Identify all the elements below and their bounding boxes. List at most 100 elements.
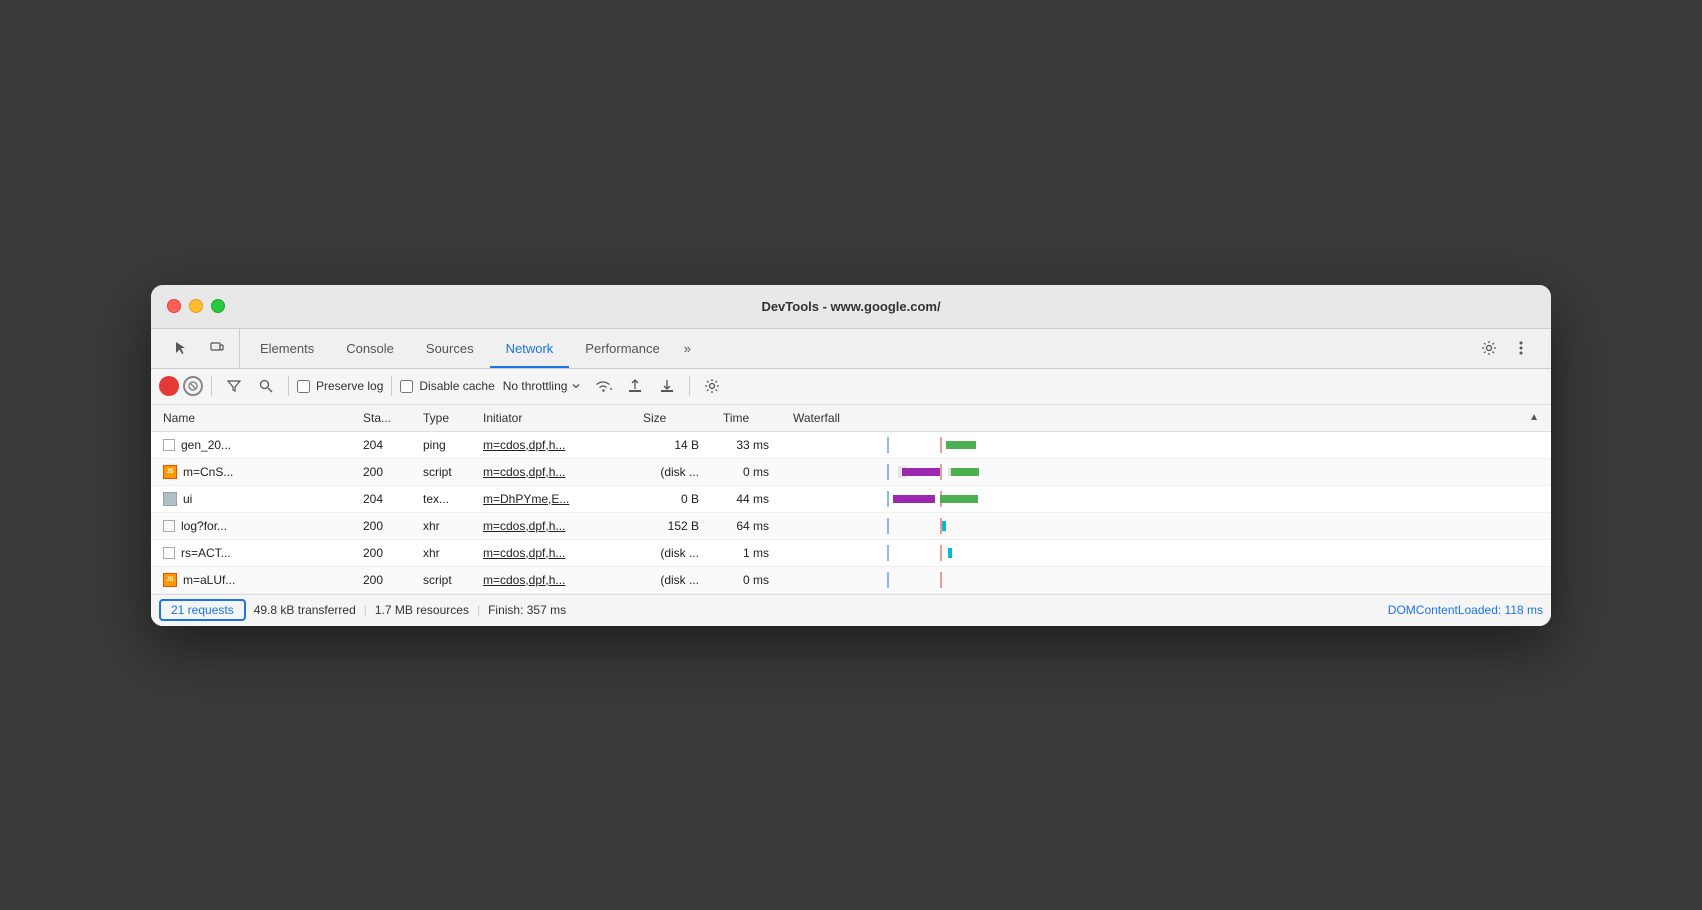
col-header-type[interactable]: Type — [411, 405, 471, 432]
js-file-icon: JS — [163, 465, 177, 479]
tab-sources[interactable]: Sources — [410, 329, 490, 368]
finish-time: Finish: 357 ms — [488, 603, 566, 617]
row-type: ping — [411, 432, 471, 459]
upload-icon[interactable] — [621, 372, 649, 400]
row-checkbox[interactable] — [163, 547, 175, 559]
disable-cache-label[interactable]: Disable cache — [400, 379, 494, 393]
tab-bar: Elements Console Sources Network Perform… — [151, 329, 1551, 369]
status-bar: 21 requests 49.8 kB transferred | 1.7 MB… — [151, 594, 1551, 626]
wifi-icon[interactable] — [589, 372, 617, 400]
row-initiator[interactable]: m=cdos,dpf,h... — [471, 539, 631, 566]
toolbar-divider-3 — [391, 376, 392, 396]
search-icon[interactable] — [252, 372, 280, 400]
network-settings-icon[interactable] — [698, 372, 726, 400]
row-status: 200 — [351, 566, 411, 593]
requests-count: 21 requests — [159, 599, 246, 621]
window-title: DevTools - www.google.com/ — [761, 299, 940, 314]
toolbar-divider-4 — [689, 376, 690, 396]
row-status: 204 — [351, 432, 411, 459]
tab-icon-group — [159, 329, 240, 368]
table-row[interactable]: ui 204 tex... m=DhPYme,E... 0 B 44 ms — [151, 485, 1551, 512]
row-filename: m=CnS... — [183, 465, 233, 479]
row-name-cell: JS m=aLUf... — [151, 566, 351, 593]
row-time: 64 ms — [711, 512, 781, 539]
table-body: gen_20... 204 ping m=cdos,dpf,h... 14 B … — [151, 432, 1551, 594]
table-row[interactable]: JS m=CnS... 200 script m=cdos,dpf,h... (… — [151, 458, 1551, 485]
table-row[interactable]: log?for... 200 xhr m=cdos,dpf,h... 152 B… — [151, 512, 1551, 539]
stop-button[interactable] — [183, 376, 203, 396]
row-type: script — [411, 566, 471, 593]
row-waterfall — [781, 485, 1551, 512]
more-options-icon[interactable] — [1507, 334, 1535, 362]
download-icon[interactable] — [653, 372, 681, 400]
row-time: 0 ms — [711, 566, 781, 593]
preserve-log-label[interactable]: Preserve log — [297, 379, 383, 393]
disable-cache-checkbox[interactable] — [400, 380, 413, 393]
toolbar-divider-1 — [211, 376, 212, 396]
row-time: 44 ms — [711, 485, 781, 512]
preserve-log-checkbox[interactable] — [297, 380, 310, 393]
preserve-log-text: Preserve log — [316, 379, 383, 393]
row-size: (disk ... — [631, 566, 711, 593]
tab-console[interactable]: Console — [330, 329, 410, 368]
table-header-row: Name Sta... Type Initiator Size Time Wat… — [151, 405, 1551, 432]
row-filename: log?for... — [181, 519, 227, 533]
row-name-cell: log?for... — [151, 512, 351, 539]
tab-right-icons — [1467, 334, 1543, 362]
table-row[interactable]: rs=ACT... 200 xhr m=cdos,dpf,h... (disk … — [151, 539, 1551, 566]
network-toolbar: Preserve log Disable cache No throttling — [151, 369, 1551, 405]
row-status: 204 — [351, 485, 411, 512]
row-status: 200 — [351, 512, 411, 539]
traffic-lights — [167, 299, 225, 313]
row-type: xhr — [411, 512, 471, 539]
sort-triangle-icon: ▲ — [1529, 412, 1539, 423]
row-waterfall — [781, 432, 1551, 459]
record-button[interactable] — [159, 376, 179, 396]
col-header-waterfall[interactable]: Waterfall ▲ — [781, 405, 1551, 432]
tab-elements[interactable]: Elements — [244, 329, 330, 368]
row-size: (disk ... — [631, 458, 711, 485]
col-header-initiator[interactable]: Initiator — [471, 405, 631, 432]
row-time: 0 ms — [711, 458, 781, 485]
resources-size: 1.7 MB resources — [375, 603, 469, 617]
disable-cache-text: Disable cache — [419, 379, 494, 393]
throttle-dropdown[interactable]: No throttling — [499, 377, 586, 395]
devtools-body: Elements Console Sources Network Perform… — [151, 329, 1551, 626]
row-checkbox[interactable] — [163, 520, 175, 532]
row-initiator[interactable]: m=cdos,dpf,h... — [471, 432, 631, 459]
row-size: 152 B — [631, 512, 711, 539]
col-header-time[interactable]: Time — [711, 405, 781, 432]
row-checkbox[interactable] — [163, 439, 175, 451]
network-table-wrapper: Name Sta... Type Initiator Size Time Wat… — [151, 405, 1551, 594]
filter-icon[interactable] — [220, 372, 248, 400]
js-file-icon: JS — [163, 573, 177, 587]
col-header-name[interactable]: Name — [151, 405, 351, 432]
devtools-window: DevTools - www.google.com/ — [151, 285, 1551, 626]
cursor-icon[interactable] — [167, 334, 195, 362]
table-row[interactable]: JS m=aLUf... 200 script m=cdos,dpf,h... … — [151, 566, 1551, 593]
row-type: tex... — [411, 485, 471, 512]
tab-network[interactable]: Network — [490, 329, 570, 368]
row-initiator[interactable]: m=cdos,dpf,h... — [471, 512, 631, 539]
row-waterfall — [781, 566, 1551, 593]
device-toggle-icon[interactable] — [203, 334, 231, 362]
row-name-cell: rs=ACT... — [151, 539, 351, 566]
row-initiator[interactable]: m=cdos,dpf,h... — [471, 458, 631, 485]
minimize-button[interactable] — [189, 299, 203, 313]
col-header-status[interactable]: Sta... — [351, 405, 411, 432]
maximize-button[interactable] — [211, 299, 225, 313]
table-row[interactable]: gen_20... 204 ping m=cdos,dpf,h... 14 B … — [151, 432, 1551, 459]
col-header-size[interactable]: Size — [631, 405, 711, 432]
settings-gear-icon[interactable] — [1475, 334, 1503, 362]
close-button[interactable] — [167, 299, 181, 313]
doc-file-icon — [163, 492, 177, 506]
row-initiator[interactable]: m=DhPYme,E... — [471, 485, 631, 512]
tab-performance[interactable]: Performance — [569, 329, 675, 368]
row-filename: rs=ACT... — [181, 546, 231, 560]
tab-more-button[interactable]: » — [676, 341, 699, 356]
row-name-cell: ui — [151, 485, 351, 512]
row-time: 33 ms — [711, 432, 781, 459]
row-waterfall — [781, 539, 1551, 566]
row-initiator[interactable]: m=cdos,dpf,h... — [471, 566, 631, 593]
row-name-cell: JS m=CnS... — [151, 458, 351, 485]
